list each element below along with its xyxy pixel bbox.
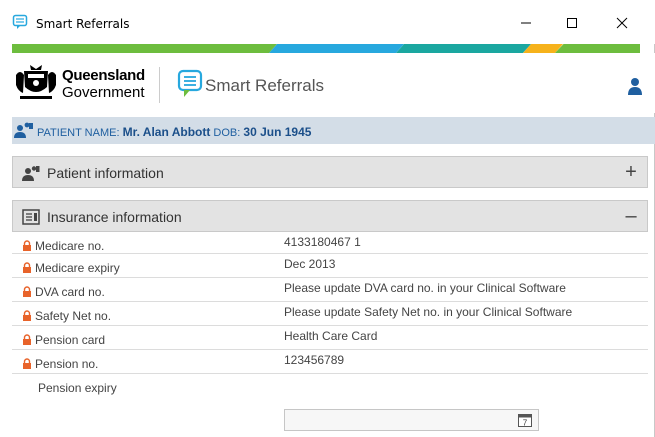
insurance-information-section-header[interactable]: Insurance information – [12, 200, 648, 232]
patient-icon [14, 122, 33, 138]
dob-value: 30 Jun 1945 [243, 125, 312, 139]
lock-icon [23, 334, 31, 345]
pension-expiry-date-input[interactable]: 7 [284, 409, 539, 431]
maximize-button[interactable] [549, 8, 595, 38]
pension-no-value: 123456789 [284, 353, 345, 367]
brand-stripe [12, 44, 655, 53]
lock-icon [23, 310, 31, 321]
dva-card-no-value: Please update DVA card no. in your Clini… [284, 281, 566, 295]
patient-name-value: Mr. Alan Abbott [122, 125, 211, 139]
insurance-row-dva-card-no: DVA card no. Please update DVA card no. … [12, 278, 648, 302]
calendar-day-label: 7 [523, 418, 528, 427]
pension-card-label: Pension card [35, 333, 106, 347]
header-divider [159, 67, 160, 103]
medicare-expiry-value: Dec 2013 [284, 257, 336, 271]
insurance-row-pension-expiry: Pension expiry [12, 374, 648, 398]
safety-net-no-label: Safety Net no. [35, 309, 112, 323]
medicare-expiry-label: Medicare expiry [35, 261, 120, 275]
insurance-information-label: Insurance information [47, 209, 182, 225]
title-bar[interactable]: Smart Referrals [0, 0, 655, 44]
lock-icon [23, 358, 31, 369]
pension-no-label: Pension no. [35, 357, 99, 371]
calendar-icon[interactable]: 7 [518, 413, 532, 427]
patient-bar: PATIENT NAME: Mr. Alan Abbott DOB: 30 Ju… [12, 117, 655, 144]
insurance-row-pension-no: Pension no. 123456789 [12, 350, 648, 374]
pension-card-value: Health Care Card [284, 329, 378, 343]
safety-net-no-value: Please update Safety Net no. in your Cli… [284, 305, 573, 319]
dva-card-no-label: DVA card no. [35, 285, 105, 299]
medicare-no-value: 4133180467 1 [284, 235, 361, 249]
insurance-row-medicare-expiry: Medicare expiry Dec 2013 [12, 254, 648, 278]
insurance-row-medicare-no: Medicare no. 4133180467 1 [12, 232, 648, 254]
insurance-row-safety-net-no: Safety Net no. Please update Safety Net … [12, 302, 648, 326]
patient-summary: PATIENT NAME: Mr. Alan Abbott DOB: 30 Ju… [37, 125, 311, 139]
window-title: Smart Referrals [36, 17, 130, 31]
patient-info-icon [22, 166, 40, 181]
close-icon [616, 17, 628, 29]
medicare-no-label: Medicare no. [35, 239, 105, 253]
expand-icon[interactable]: + [623, 161, 639, 184]
dob-label: DOB: [213, 127, 241, 139]
user-account-icon[interactable] [627, 77, 643, 95]
app-window: Smart Referrals Queensland Government Sm… [0, 0, 655, 437]
patient-name-label: PATIENT NAME: [37, 127, 120, 139]
maximize-icon [567, 18, 577, 28]
lock-icon [23, 262, 31, 273]
lock-icon [23, 240, 31, 251]
insurance-row-pension-card: Pension card Health Care Card [12, 326, 648, 350]
lock-icon [23, 286, 31, 297]
minimize-icon [521, 22, 531, 24]
insurance-card-icon [22, 209, 40, 225]
patient-information-section-header[interactable]: Patient information + [12, 156, 648, 188]
gov-name-line1: Queensland [62, 67, 145, 84]
smart-referrals-app-icon [12, 14, 28, 29]
collapse-icon[interactable]: – [623, 205, 639, 228]
gov-name-line2: Government [62, 84, 145, 101]
smart-referrals-logo-icon [177, 69, 203, 97]
pension-expiry-label: Pension expiry [38, 381, 117, 395]
patient-information-label: Patient information [47, 165, 164, 181]
close-button[interactable] [599, 8, 645, 38]
app-header: Queensland Government Smart Referrals [12, 53, 655, 113]
insurance-fields: Medicare no. 4133180467 1 Medicare expir… [12, 232, 648, 431]
app-name: Smart Referrals [205, 76, 325, 95]
minimize-button[interactable] [503, 8, 549, 38]
queensland-crest-logo [16, 65, 56, 99]
